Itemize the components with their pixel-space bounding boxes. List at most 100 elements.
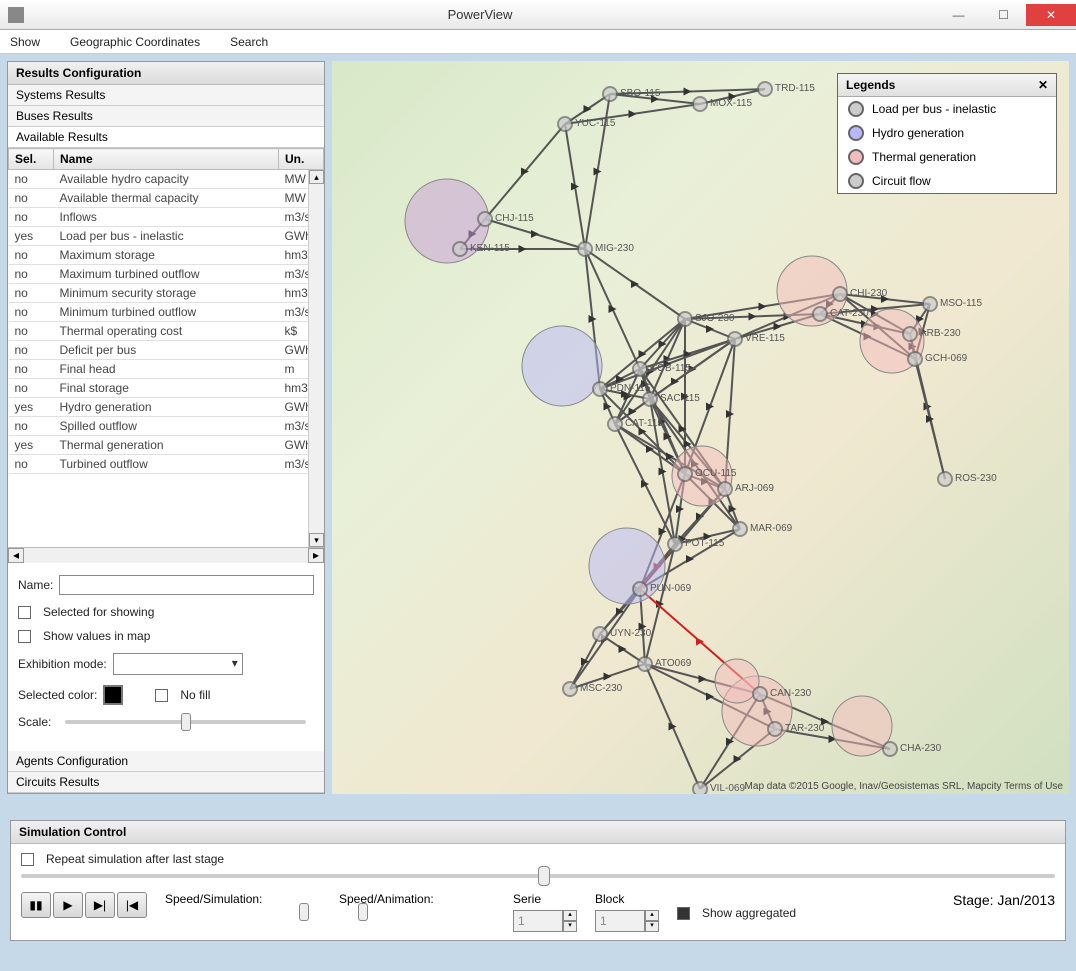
bus-node[interactable] <box>637 656 653 672</box>
bus-node[interactable] <box>632 581 648 597</box>
table-row[interactable]: noThermal operating costk$ <box>9 322 324 341</box>
bus-node[interactable] <box>922 296 938 312</box>
scale-slider[interactable] <box>65 720 306 724</box>
bus-node[interactable] <box>832 286 848 302</box>
block-up-icon[interactable]: ▴ <box>645 910 659 921</box>
step-back-button[interactable]: |◀ <box>117 892 147 918</box>
play-button[interactable]: ▶ <box>53 892 83 918</box>
color-picker[interactable] <box>103 685 123 705</box>
systems-results-tab[interactable]: Systems Results <box>8 85 324 106</box>
no-fill-checkbox[interactable] <box>155 689 168 702</box>
bus-node[interactable] <box>477 211 493 227</box>
table-row[interactable]: noMinimum turbined outflowm3/s <box>9 303 324 322</box>
scroll-right-icon[interactable]: ▸ <box>308 548 324 563</box>
scroll-left-icon[interactable]: ◂ <box>8 548 24 563</box>
bus-label: PUN-069 <box>650 583 691 594</box>
bus-node[interactable] <box>757 81 773 97</box>
table-row[interactable]: noMaximum storagehm3 <box>9 246 324 265</box>
bus-node[interactable] <box>607 416 623 432</box>
bus-node[interactable] <box>727 331 743 347</box>
table-row[interactable]: noAvailable thermal capacityMW <box>9 189 324 208</box>
menu-show[interactable]: Show <box>10 35 40 49</box>
serie-label: Serie <box>513 892 577 906</box>
bus-node[interactable] <box>642 391 658 407</box>
close-button[interactable]: ✕ <box>1026 4 1076 26</box>
stage-slider[interactable] <box>21 874 1055 878</box>
exhibition-mode-dropdown[interactable] <box>113 653 243 675</box>
block-down-icon[interactable]: ▾ <box>645 921 659 932</box>
bus-label: ROS-230 <box>955 473 997 484</box>
table-vertical-scrollbar[interactable]: ▴ ▾ <box>308 170 324 547</box>
table-row[interactable]: noDeficit per busGWh <box>9 341 324 360</box>
col-un[interactable]: Un. <box>279 149 324 170</box>
scroll-down-icon[interactable]: ▾ <box>309 533 324 547</box>
table-row[interactable]: noFinal storagehm3 <box>9 379 324 398</box>
bus-node[interactable] <box>602 86 618 102</box>
pause-button[interactable]: ▮▮ <box>21 892 51 918</box>
show-aggregated-checkbox[interactable] <box>677 907 690 920</box>
menu-geo-coordinates[interactable]: Geographic Coordinates <box>70 35 200 49</box>
bus-label: SJO-230 <box>695 313 734 324</box>
bus-label: CHI-230 <box>850 288 887 299</box>
available-results-table: Sel. Name Un. noAvailable hydro capacity… <box>8 148 324 474</box>
serie-down-icon[interactable]: ▾ <box>563 921 577 932</box>
bus-node[interactable] <box>592 381 608 397</box>
table-row[interactable]: noFinal headm <box>9 360 324 379</box>
serie-up-icon[interactable]: ▴ <box>563 910 577 921</box>
table-row[interactable]: noMaximum turbined outflowm3/s <box>9 265 324 284</box>
bus-label: GCH-069 <box>925 353 967 364</box>
map-view[interactable]: SBO-115TRD-115MOX-115YUC-115CHJ-115KEN-1… <box>332 61 1069 794</box>
selected-color-label: Selected color: <box>18 688 97 702</box>
bus-node[interactable] <box>677 311 693 327</box>
bus-node[interactable] <box>937 471 953 487</box>
menu-search[interactable]: Search <box>230 35 268 49</box>
table-row[interactable]: noTurbined outflowm3/s <box>9 455 324 474</box>
bus-node[interactable] <box>632 361 648 377</box>
table-row[interactable]: noMinimum security storagehm3 <box>9 284 324 303</box>
minimize-button[interactable]: — <box>936 4 981 26</box>
table-row[interactable]: yesLoad per bus - inelasticGWh <box>9 227 324 246</box>
bus-node[interactable] <box>812 306 828 322</box>
serie-input[interactable] <box>513 910 563 932</box>
bus-node[interactable] <box>882 741 898 757</box>
repeat-simulation-checkbox[interactable] <box>21 853 34 866</box>
maximize-button[interactable]: ☐ <box>981 4 1026 26</box>
block-label: Block <box>595 892 659 906</box>
legends-close-icon[interactable]: ✕ <box>1038 78 1048 92</box>
buses-results-tab[interactable]: Buses Results <box>8 106 324 127</box>
bus-node[interactable] <box>562 681 578 697</box>
repeat-simulation-label: Repeat simulation after last stage <box>46 852 224 866</box>
bus-node[interactable] <box>717 481 733 497</box>
bus-node[interactable] <box>752 686 768 702</box>
show-values-checkbox[interactable] <box>18 630 31 643</box>
bus-node[interactable] <box>677 466 693 482</box>
circuits-results-tab[interactable]: Circuits Results <box>8 772 324 793</box>
bus-node[interactable] <box>767 721 783 737</box>
results-configuration-header: Results Configuration <box>8 62 324 85</box>
bus-label: MSC-230 <box>580 683 622 694</box>
bus-node[interactable] <box>902 326 918 342</box>
bus-node[interactable] <box>692 96 708 112</box>
table-row[interactable]: noInflowsm3/s <box>9 208 324 227</box>
bus-node[interactable] <box>452 241 468 257</box>
bus-node[interactable] <box>692 781 708 794</box>
bus-node[interactable] <box>557 116 573 132</box>
selected-for-showing-checkbox[interactable] <box>18 606 31 619</box>
bus-node[interactable] <box>667 536 683 552</box>
agents-configuration-tab[interactable]: Agents Configuration <box>8 751 324 772</box>
col-sel[interactable]: Sel. <box>9 149 54 170</box>
name-input[interactable] <box>59 575 314 595</box>
bus-node[interactable] <box>907 351 923 367</box>
table-row[interactable]: yesHydro generationGWh <box>9 398 324 417</box>
bus-node[interactable] <box>732 521 748 537</box>
table-row[interactable]: noSpilled outflowm3/s <box>9 417 324 436</box>
col-name[interactable]: Name <box>54 149 279 170</box>
block-input[interactable] <box>595 910 645 932</box>
table-row[interactable]: noAvailable hydro capacityMW <box>9 170 324 189</box>
bus-node[interactable] <box>577 241 593 257</box>
bus-node[interactable] <box>592 626 608 642</box>
table-row[interactable]: yesThermal generationGWh <box>9 436 324 455</box>
table-horizontal-scrollbar[interactable]: ◂ ▸ <box>8 547 324 563</box>
scroll-up-icon[interactable]: ▴ <box>309 170 324 184</box>
step-forward-button[interactable]: ▶| <box>85 892 115 918</box>
